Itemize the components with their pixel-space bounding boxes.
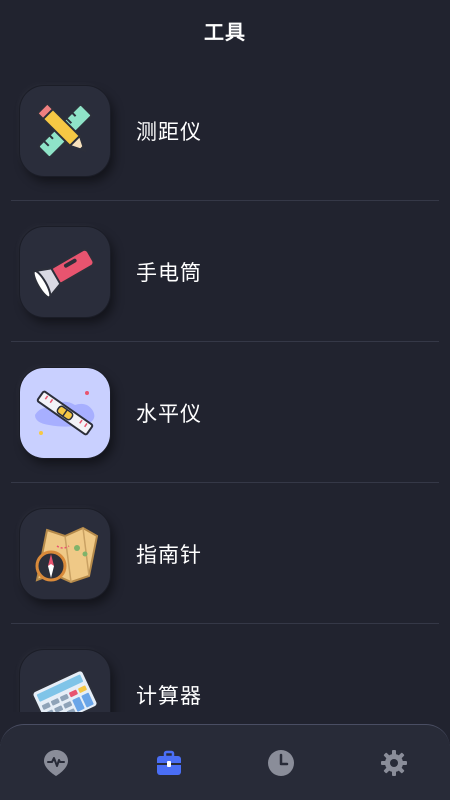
- tool-label: 指南针: [136, 542, 202, 567]
- tool-item-calculator[interactable]: 计算器: [0, 624, 450, 712]
- clock-icon: [268, 749, 295, 776]
- tool-label: 计算器: [136, 683, 202, 708]
- tool-label: 测距仪: [136, 119, 202, 144]
- nav-tab-tools[interactable]: [139, 733, 199, 793]
- toolbox-icon: [156, 750, 181, 775]
- heart-rate-pin-icon: [44, 749, 69, 776]
- tool-label: 手电筒: [136, 260, 202, 285]
- bottom-nav: [0, 724, 450, 800]
- spirit-level-icon: [20, 367, 110, 458]
- header: 工具: [0, 0, 450, 60]
- tool-item-rangefinder[interactable]: 测距仪: [0, 60, 450, 201]
- gear-icon: [380, 749, 407, 776]
- ruler-pencil-icon: [20, 85, 110, 176]
- nav-tab-settings[interactable]: [364, 733, 424, 793]
- tool-item-flashlight[interactable]: 手电筒: [0, 201, 450, 342]
- calculator-icon: [20, 649, 110, 712]
- compass-map-icon: [20, 508, 110, 599]
- nav-tab-history[interactable]: [251, 733, 311, 793]
- tool-item-spirit-level[interactable]: 水平仪: [0, 342, 450, 483]
- nav-tab-health[interactable]: [26, 733, 86, 793]
- tool-item-compass[interactable]: 指南针: [0, 483, 450, 624]
- tool-label: 水平仪: [136, 401, 202, 426]
- page-title: 工具: [204, 19, 246, 44]
- flashlight-icon: [20, 226, 110, 317]
- tools-screen: 工具 测距仪 手电筒 水平仪 指南针 计算器: [0, 0, 450, 800]
- tool-list: 测距仪 手电筒 水平仪 指南针 计算器: [0, 60, 450, 712]
